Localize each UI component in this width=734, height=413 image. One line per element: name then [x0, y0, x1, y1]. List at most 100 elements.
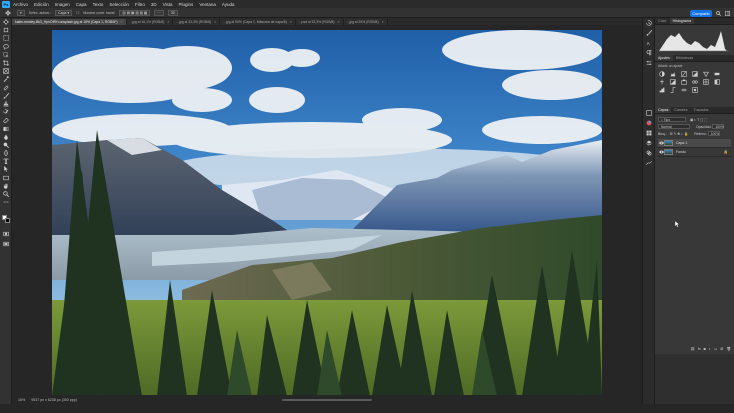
fill-field[interactable]: 100%	[707, 131, 720, 136]
marquee-tool-icon[interactable]	[0, 34, 12, 42]
tab-color[interactable]: Color	[655, 18, 670, 24]
document-info[interactable]: 9537 px x 6238 px (300 ppp)	[31, 398, 77, 402]
layer-filter-icons[interactable]: ▣ ◐ T ▢ ⬚	[690, 118, 707, 122]
close-icon[interactable]: ×	[290, 20, 292, 24]
menu-ventana[interactable]: Ventana	[199, 2, 216, 7]
transform-controls-checkbox[interactable]: ☐	[76, 11, 79, 15]
channel-mixer-icon[interactable]	[691, 79, 698, 85]
close-icon[interactable]: ×	[167, 20, 169, 24]
blur-tool-icon[interactable]	[0, 133, 12, 141]
close-icon[interactable]: ×	[121, 20, 123, 24]
menu-capa[interactable]: Capa	[76, 2, 87, 7]
workspace-icon[interactable]	[724, 10, 731, 17]
link-layers-icon[interactable]: ⛓	[690, 347, 695, 351]
close-icon[interactable]: ×	[338, 20, 340, 24]
brush-tool-icon[interactable]	[0, 92, 12, 100]
auto-select-dropdown[interactable]: Capa ▾	[55, 9, 73, 16]
tab-histogram[interactable]: Histograma	[669, 18, 694, 24]
close-icon[interactable]: ×	[214, 20, 216, 24]
opacity-field[interactable]: 100%	[712, 124, 725, 129]
layer-name: Fondo	[676, 150, 686, 154]
search-icon[interactable]	[715, 10, 722, 17]
adjustments-panel: Añadir un ajuste	[655, 62, 734, 107]
gradient-tool-icon[interactable]	[0, 124, 12, 132]
clone-stamp-icon[interactable]	[0, 100, 12, 108]
lasso-tool-icon[interactable]	[0, 43, 12, 51]
share-button[interactable]: Compartir	[690, 9, 712, 17]
zoom-tool-icon[interactable]	[0, 190, 12, 198]
tab-channels[interactable]: Canales	[671, 107, 690, 113]
object-selection-icon[interactable]	[0, 51, 12, 59]
lock-icons[interactable]: ⊞ ✎ ✥ ⌂ 🔒	[670, 132, 689, 136]
move-tool-icon[interactable]	[0, 18, 12, 26]
add-mask-icon[interactable]: ◙	[704, 347, 706, 351]
pen-tool-icon[interactable]	[0, 149, 12, 157]
menu-imagen[interactable]: Imagen	[55, 2, 70, 7]
posterize-icon[interactable]	[658, 87, 665, 93]
exposure-icon[interactable]	[691, 71, 698, 77]
more-options-button[interactable]: ···	[154, 9, 164, 16]
layer-row-fondo[interactable]: Fondo 🔒	[658, 148, 731, 157]
layer-filter-dropdown[interactable]: ⌕ Tipo	[658, 117, 686, 122]
blend-mode-dropdown[interactable]: Normal	[658, 124, 690, 129]
document-workspace[interactable]	[12, 25, 642, 404]
layer-style-icon[interactable]: fx	[698, 347, 701, 351]
screen-mode-icon[interactable]	[0, 240, 12, 248]
new-group-icon[interactable]: ▭	[714, 347, 717, 351]
tab-layers[interactable]: Capas	[655, 107, 672, 113]
levels-icon[interactable]	[669, 71, 676, 77]
close-icon[interactable]: ×	[382, 20, 384, 24]
background-color-swatch[interactable]	[4, 217, 10, 223]
brightness-contrast-icon[interactable]	[658, 71, 665, 77]
artboard-tool-icon[interactable]	[0, 26, 12, 34]
eyedropper-tool-icon[interactable]	[0, 75, 12, 83]
tab-adjustments[interactable]: Ajustes	[655, 55, 673, 61]
menu-vista[interactable]: Vista	[163, 2, 173, 7]
eraser-tool-icon[interactable]	[0, 116, 12, 124]
gradient-map-icon[interactable]	[680, 87, 687, 93]
horizontal-scrollbar[interactable]	[282, 399, 372, 401]
crop-tool-icon[interactable]	[0, 59, 12, 67]
menu-seleccion[interactable]: Selección	[109, 2, 129, 7]
align-buttons[interactable]: ▥ ▤ ▦ ▧ ▨ ▩	[119, 9, 151, 16]
tool-preset-picker[interactable]: ▾	[17, 9, 25, 16]
photoshop-app-icon[interactable]: Ps	[2, 0, 10, 8]
image-canvas[interactable]	[52, 30, 602, 396]
menu-texto[interactable]: Texto	[93, 2, 104, 7]
selective-color-icon[interactable]	[691, 87, 698, 93]
menu-filtro[interactable]: Filtro	[135, 2, 145, 7]
black-white-icon[interactable]	[669, 79, 676, 85]
dodge-tool-icon[interactable]	[0, 141, 12, 149]
rectangle-tool-icon[interactable]	[0, 174, 12, 182]
photo-filter-icon[interactable]	[680, 79, 687, 85]
menu-3d[interactable]: 3D	[151, 2, 157, 7]
type-tool-icon[interactable]	[0, 157, 12, 165]
menu-ayuda[interactable]: Ayuda	[222, 2, 235, 7]
hue-saturation-icon[interactable]	[713, 71, 720, 77]
hand-tool-icon[interactable]	[0, 182, 12, 190]
move-tool-icon[interactable]	[3, 9, 13, 17]
zoom-level[interactable]: 16%	[18, 398, 25, 402]
delete-layer-icon[interactable]: 🗑	[726, 347, 731, 351]
tab-paths[interactable]: Trazados	[691, 107, 712, 113]
menu-archivo[interactable]: Archivo	[13, 2, 28, 7]
new-layer-icon[interactable]: ⊞	[720, 347, 723, 351]
menu-plugins[interactable]: Plugins	[179, 2, 194, 7]
vibrance-icon[interactable]	[702, 71, 709, 77]
threshold-icon[interactable]	[669, 87, 676, 93]
healing-brush-icon[interactable]	[0, 84, 12, 92]
path-selection-icon[interactable]	[0, 165, 12, 173]
menu-edicion[interactable]: Edición	[34, 2, 49, 7]
frame-tool-icon[interactable]	[0, 67, 12, 75]
tab-libraries[interactable]: Bibliotecas	[673, 55, 696, 61]
more-tools-icon[interactable]	[0, 198, 12, 206]
adjustment-layer-icon[interactable]: ◐	[709, 347, 711, 351]
curves-icon[interactable]	[680, 71, 687, 77]
color-lookup-icon[interactable]	[702, 79, 709, 85]
history-brush-icon[interactable]	[0, 108, 12, 116]
color-balance-icon[interactable]	[658, 79, 665, 85]
quick-mask-icon[interactable]	[0, 230, 12, 238]
layer-row-capa-1[interactable]: Capa 1	[658, 139, 731, 148]
tab-label: kalen-emsley-Bk3_HpnOtRH-unsplash.jpg al…	[15, 20, 118, 24]
invert-icon[interactable]	[713, 79, 720, 85]
